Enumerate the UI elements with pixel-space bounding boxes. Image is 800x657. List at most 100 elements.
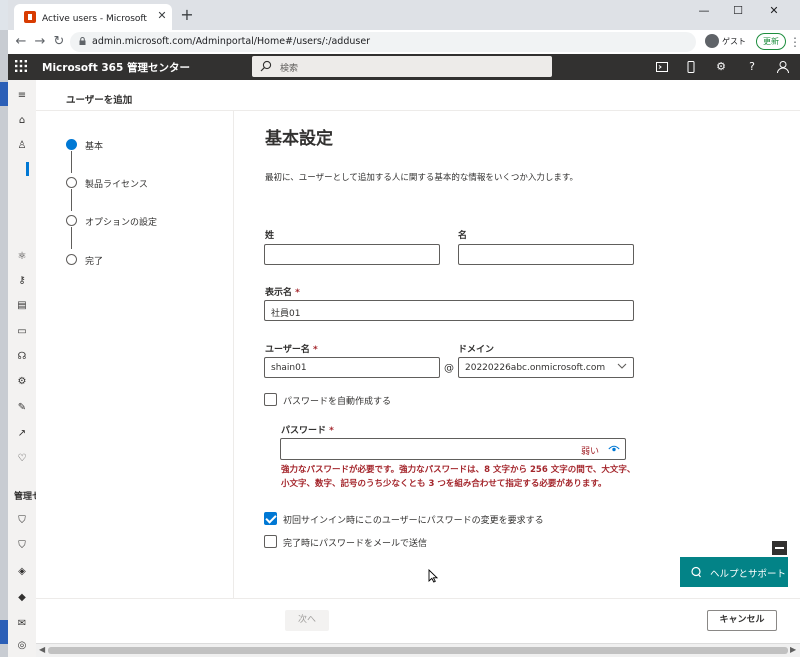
brand-title[interactable]: Microsoft 365 管理センター [42, 60, 190, 75]
first-name-label: 名 [458, 231, 468, 241]
hamburger-icon[interactable]: ≡ [14, 88, 30, 104]
step-connector [71, 227, 72, 249]
step-indicator-options [66, 215, 77, 226]
domain-value: 20220226abc.onmicrosoft.com [465, 363, 606, 373]
last-name-label: 姓 [265, 231, 275, 241]
endpoint-icon[interactable]: ◈ [14, 564, 30, 580]
tab-title: Active users - Microsoft 365 管理 [42, 14, 150, 24]
support-icon[interactable]: ☊ [14, 349, 30, 365]
settings-icon[interactable]: ⚙ [14, 374, 30, 390]
health-icon[interactable]: ♡ [14, 451, 30, 467]
minimize-help-button[interactable] [772, 541, 787, 555]
panel-title: ユーザーを追加 [66, 95, 133, 106]
step-indicator-finish [66, 254, 77, 265]
search-input[interactable]: 検索 [252, 56, 552, 77]
step-options[interactable]: オプションの設定 [85, 215, 157, 228]
send-email-checkbox[interactable] [264, 535, 277, 548]
resources-icon[interactable]: ▤ [14, 298, 30, 314]
username-field[interactable]: shain01 [264, 357, 440, 378]
app-launcher-icon[interactable] [14, 59, 28, 73]
search-icon [260, 60, 272, 72]
required-mark: * [295, 288, 300, 298]
teams-icon[interactable]: ⚛ [14, 249, 30, 265]
setup-icon[interactable]: ✎ [14, 400, 30, 416]
auto-password-label[interactable]: パスワードを自動作成する [283, 394, 391, 407]
divider [36, 598, 800, 599]
help-chat-icon [691, 566, 701, 578]
desktop-shortcut [0, 620, 8, 644]
mobile-icon[interactable] [682, 58, 700, 76]
azure-ad-icon[interactable]: ◆ [14, 590, 30, 606]
scroll-left-icon[interactable]: ◀ [39, 645, 45, 654]
required-mark: * [329, 426, 334, 436]
help-icon[interactable]: ? [743, 58, 761, 76]
users-icon[interactable]: ♙ [14, 138, 30, 154]
step-basics[interactable]: 基本 [85, 139, 103, 152]
roles-icon[interactable]: ⚷ [14, 273, 30, 289]
display-name-field[interactable]: 社員01 [264, 300, 634, 321]
url-text: admin.microsoft.com/Adminportal/Home#/us… [92, 36, 371, 47]
username-label-text: ユーザー名 [265, 345, 310, 355]
display-name-label: 表示名 * [265, 285, 300, 298]
security-icon[interactable]: ⛉ [14, 513, 30, 529]
required-mark: * [312, 345, 318, 355]
user-icon[interactable] [774, 58, 792, 76]
window-maximize-button[interactable]: ☐ [724, 1, 752, 21]
guest-label[interactable]: ゲスト [722, 36, 746, 47]
left-nav-rail: ≡ ⌂ ♙ ⚛ ⚷ ▤ ▭ ☊ ⚙ ✎ ↗ ♡ 管理セ ⛉ ⛉ ◈ ◆ ✉ ◎ [8, 80, 36, 657]
horizontal-scrollbar[interactable]: ◀ ▶ [36, 643, 800, 657]
require-change-label[interactable]: 初回サインイン時にこのユーザーにパスワードの変更を要求する [283, 513, 544, 526]
address-bar[interactable]: admin.microsoft.com/Adminportal/Home#/us… [70, 32, 696, 52]
search-placeholder: 検索 [280, 64, 299, 74]
eye-icon[interactable] [608, 444, 620, 454]
at-sign: @ [444, 363, 454, 374]
next-button[interactable]: 次へ [285, 610, 329, 631]
update-button[interactable]: 更新 [756, 33, 786, 50]
step-licenses[interactable]: 製品ライセンス [85, 177, 148, 190]
help-support-button[interactable]: ヘルプとサポート [680, 557, 788, 587]
billing-icon[interactable]: ▭ [14, 324, 30, 340]
reload-button[interactable]: ↻ [50, 33, 68, 51]
active-nav-marker [26, 162, 29, 176]
scrollbar-thumb[interactable] [48, 647, 788, 654]
forward-button[interactable]: → [31, 33, 49, 51]
last-name-field[interactable] [264, 244, 440, 265]
form-description: 最初に、ユーザーとして追加する人に関する基本的な情報をいくつか入力します。 [265, 173, 578, 183]
password-label-text: パスワード [281, 426, 327, 436]
browser-tab[interactable]: Active users - Microsoft 365 管理 ✕ [14, 4, 172, 30]
window-minimize-button[interactable]: — [690, 1, 718, 21]
back-button[interactable]: ← [12, 33, 30, 51]
scroll-right-icon[interactable]: ▶ [790, 645, 796, 654]
send-email-label[interactable]: 完了時にパスワードをメールで送信 [283, 536, 427, 549]
guest-avatar-icon[interactable] [705, 34, 719, 48]
sharepoint-icon[interactable]: ◎ [14, 638, 30, 654]
first-name-field[interactable] [458, 244, 634, 265]
tab-close-icon[interactable]: ✕ [155, 9, 169, 23]
cancel-button[interactable]: キャンセル [707, 610, 777, 631]
password-strength: 弱い [580, 447, 599, 457]
step-finish[interactable]: 完了 [85, 254, 103, 267]
compliance-icon[interactable]: ⛉ [14, 538, 30, 554]
step-connector [71, 151, 72, 173]
divider [36, 110, 800, 111]
password-field[interactable]: 弱い [280, 438, 626, 460]
home-icon[interactable]: ⌂ [14, 113, 30, 129]
window-close-button[interactable]: ✕ [760, 1, 788, 21]
terminal-icon[interactable] [653, 58, 671, 76]
admin-centers-label: 管理セ [14, 492, 36, 502]
gear-icon[interactable]: ⚙ [712, 58, 730, 76]
auto-password-checkbox[interactable] [264, 393, 277, 406]
lock-icon [79, 37, 86, 45]
desktop-shortcut [0, 82, 8, 106]
domain-label: ドメイン [458, 345, 495, 355]
username-label: ユーザー名 * [265, 342, 318, 355]
exchange-icon[interactable]: ✉ [14, 616, 30, 632]
require-change-checkbox[interactable] [264, 512, 277, 525]
divider [233, 111, 234, 598]
reports-icon[interactable]: ↗ [14, 426, 30, 442]
new-tab-button[interactable]: + [178, 6, 196, 24]
domain-dropdown[interactable]: 20220226abc.onmicrosoft.com [458, 357, 634, 378]
password-error-message: 強力なパスワードが必要です。強力なパスワードは、8 文字から 256 文字の間で… [281, 465, 636, 489]
browser-menu-icon[interactable]: ⋮ [789, 33, 800, 51]
browser-toolbar: ← → ↻ admin.microsoft.com/Adminportal/Ho… [8, 30, 800, 54]
